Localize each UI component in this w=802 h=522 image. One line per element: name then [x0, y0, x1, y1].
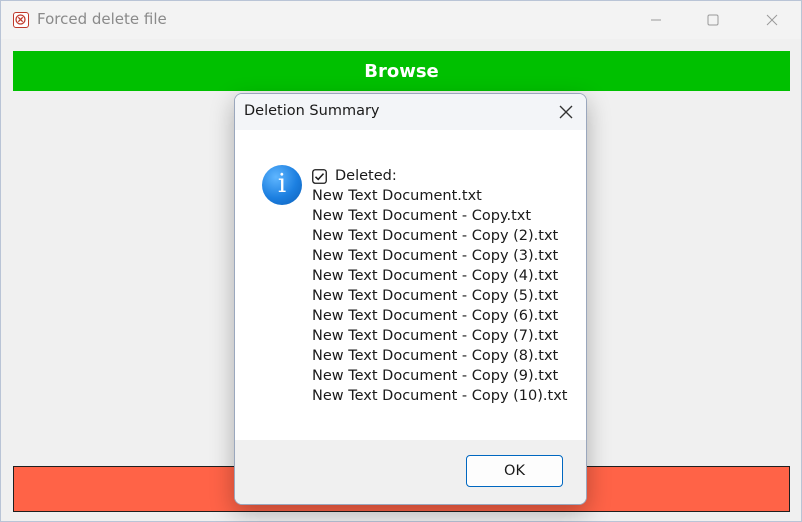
checkbox-checked-icon	[312, 168, 327, 184]
deleted-file-item: New Text Document - Copy (2).txt	[312, 228, 559, 244]
dialog-footer: OK	[235, 440, 586, 504]
close-window-button[interactable]	[749, 5, 795, 35]
deletion-summary-dialog: Deletion Summary i Deleted: New Text Doc…	[234, 93, 587, 505]
title-bar[interactable]: Forced delete file	[1, 1, 801, 39]
deleted-file-item: New Text Document - Copy.txt	[312, 208, 532, 224]
deleted-file-item: New Text Document.txt	[312, 188, 482, 204]
deleted-file-item: New Text Document - Copy (4).txt	[312, 268, 559, 284]
window-title: Forced delete file	[37, 10, 167, 28]
dialog-close-button[interactable]	[556, 102, 576, 122]
deleted-file-item: New Text Document - Copy (9).txt	[312, 368, 559, 384]
deleted-file-item: New Text Document - Copy (6).txt	[312, 308, 559, 324]
message-body: Deleted: New Text Document.txt New Text …	[312, 166, 567, 406]
deleted-file-item: New Text Document - Copy (5).txt	[312, 288, 559, 304]
deleted-file-item: New Text Document - Copy (7).txt	[312, 328, 559, 344]
browse-button[interactable]: Browse	[13, 51, 790, 91]
minimize-button[interactable]	[633, 5, 679, 35]
message-heading: Deleted:	[312, 166, 567, 186]
close-icon	[766, 14, 778, 26]
dialog-title-bar[interactable]: Deletion Summary	[235, 94, 586, 130]
deleted-file-item: New Text Document - Copy (8).txt	[312, 348, 559, 364]
ok-button[interactable]: OK	[466, 455, 563, 487]
app-icon	[13, 12, 29, 28]
dialog-title: Deletion Summary	[244, 103, 380, 119]
maximize-icon	[707, 14, 719, 26]
maximize-button[interactable]	[690, 5, 736, 35]
info-icon: i	[262, 165, 302, 205]
deleted-heading: Deleted:	[335, 168, 397, 184]
deleted-file-item: New Text Document - Copy (3).txt	[312, 248, 559, 264]
deleted-file-item: New Text Document - Copy (10).txt	[312, 388, 568, 404]
minimize-icon	[651, 19, 661, 21]
deleted-file-list: New Text Document.txt New Text Document …	[312, 186, 567, 406]
close-icon	[559, 105, 573, 119]
